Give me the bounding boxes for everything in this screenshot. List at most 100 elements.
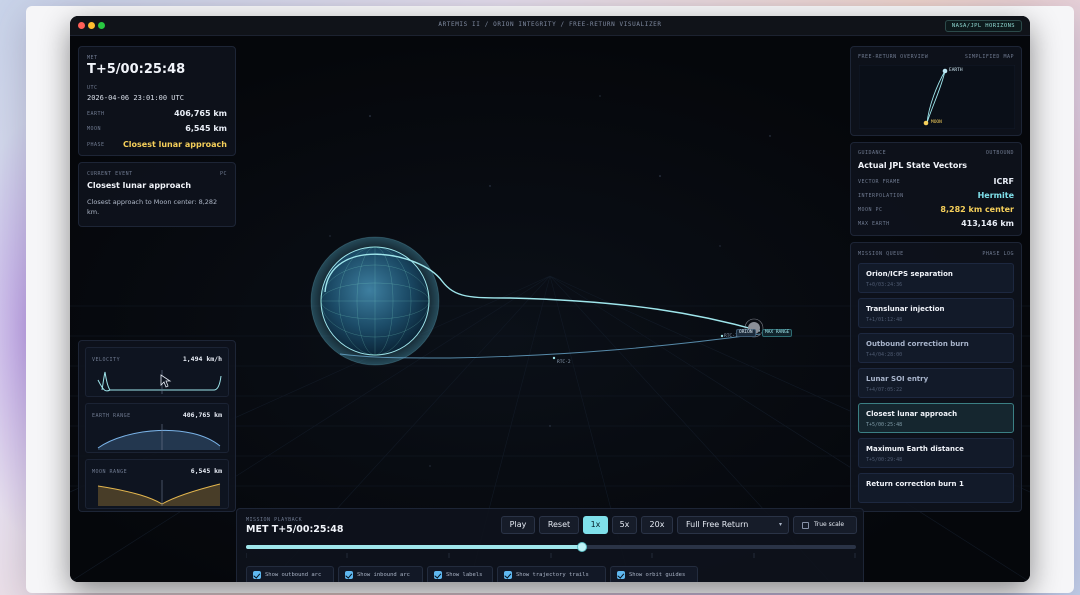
show-orbit-guides-checkbox[interactable]: Show orbit guides xyxy=(610,566,698,582)
playback-met: MET T+5/00:25:48 xyxy=(246,524,344,535)
mission-mode-value: Full Free Return xyxy=(686,520,749,529)
true-scale-label: True scale xyxy=(814,521,845,528)
earth-range-chart-value: 406,765 km xyxy=(182,411,222,419)
earth-range-chart[interactable]: EARTH RANGE 406,765 km xyxy=(85,403,229,453)
mission-queue-panel: MISSION QUEUE PHASE LOG Orion/ICPS separ… xyxy=(850,242,1022,512)
timeline-slider[interactable] xyxy=(246,542,856,552)
queue-item-time: T+5/00:29:48 xyxy=(866,457,903,463)
orion-label: ORION xyxy=(736,329,756,337)
utc-label: UTC xyxy=(87,85,98,91)
queue-item-title: Maximum Earth distance xyxy=(866,445,964,453)
true-scale-toggle[interactable]: True scale xyxy=(793,516,857,534)
mission-queue-tag: PHASE LOG xyxy=(982,251,1014,257)
guidance-panel: GUIDANCE OUTBOUND Actual JPL State Vecto… xyxy=(850,142,1022,236)
speed-5x-button[interactable]: 5x xyxy=(612,516,637,534)
earth-distance-row: EARTH 406,765 km xyxy=(87,109,227,119)
show-inbound-arc-label: Show inbound arc xyxy=(357,572,410,578)
show-trajectory-trails-checkbox[interactable]: Show trajectory trails xyxy=(497,566,606,582)
current-event-title: Closest lunar approach xyxy=(87,181,192,190)
earth-distance-label: EARTH xyxy=(87,111,105,117)
mission-queue-label: MISSION QUEUE xyxy=(858,251,904,257)
queue-item-time: T+5/00:25:48 xyxy=(866,422,903,428)
phase-value: Closest lunar approach xyxy=(122,140,227,149)
checkbox-checked-icon xyxy=(253,571,261,579)
guidance-label: GUIDANCE xyxy=(858,150,887,156)
speed-20x-button[interactable]: 20x xyxy=(641,516,673,534)
moon-range-chart-value: 6,545 km xyxy=(190,467,222,475)
max-earth-row: MAX EARTH 413,146 km xyxy=(858,219,1014,229)
free-return-overview-panel: FREE-RETURN OVERVIEW SIMPLIFIED MAP EART… xyxy=(850,46,1022,136)
moon-pc-value: 8,282 km center xyxy=(940,205,1014,214)
mission-playback-panel: MISSION PLAYBACK MET T+5/00:25:48 Play R… xyxy=(236,508,864,582)
phase-row: PHASE Closest lunar approach xyxy=(87,140,227,150)
queue-item-active[interactable]: Closest lunar approach T+5/00:25:48 xyxy=(858,403,1014,433)
timeline-ticks xyxy=(246,553,856,558)
vector-frame-row: VECTOR FRAME ICRF xyxy=(858,177,1014,187)
moon-range-chart[interactable]: MOON RANGE 6,545 km xyxy=(85,459,229,509)
timeline-progress xyxy=(246,545,582,549)
max-earth-value: 413,146 km xyxy=(961,219,1014,228)
interpolation-value: Hermite xyxy=(977,191,1014,200)
interpolation-row: INTERPOLATION Hermite xyxy=(858,191,1014,201)
queue-item[interactable]: Outbound correction burn T+4/04:28:00 xyxy=(858,333,1014,363)
velocity-chart-label: VELOCITY xyxy=(92,357,121,363)
met-value: T+5/00:25:48 xyxy=(87,62,186,77)
moon-range-sparkline xyxy=(97,480,221,506)
play-button[interactable]: Play xyxy=(501,516,535,534)
met-label: MET xyxy=(87,55,98,61)
queue-item[interactable]: Return correction burn 1 xyxy=(858,473,1014,503)
reset-button[interactable]: Reset xyxy=(539,516,579,534)
checkbox-checked-icon xyxy=(434,571,442,579)
moon-pc-label: MOON PC xyxy=(858,207,883,213)
show-trajectory-trails-label: Show trajectory trails xyxy=(516,572,589,578)
checkbox-checked-icon xyxy=(617,571,625,579)
checkbox-checked-icon xyxy=(504,571,512,579)
rtc2-label: RTC-2 xyxy=(557,360,571,365)
earth-range-sparkline xyxy=(97,424,221,450)
show-labels-checkbox[interactable]: Show labels xyxy=(427,566,493,582)
show-outbound-arc-label: Show outbound arc xyxy=(265,572,322,578)
earth-globe[interactable] xyxy=(310,236,440,366)
playback-label: MISSION PLAYBACK xyxy=(246,517,303,523)
guidance-tag: OUTBOUND xyxy=(985,150,1014,156)
timeline-handle[interactable] xyxy=(576,542,587,552)
queue-item[interactable]: Maximum Earth distance T+5/00:29:48 xyxy=(858,438,1014,468)
overview-tag: SIMPLIFIED MAP xyxy=(964,54,1014,60)
show-orbit-guides-label: Show orbit guides xyxy=(629,572,686,578)
true-scale-checkbox[interactable] xyxy=(802,522,809,529)
current-event-tag: PC xyxy=(219,171,227,177)
phase-label: PHASE xyxy=(87,142,105,148)
velocity-chart[interactable]: VELOCITY 1,494 km/h xyxy=(85,347,229,397)
telemetry-panel: MET T+5/00:25:48 UTC 2026-04-06 23:01:00… xyxy=(78,46,236,156)
chevron-down-icon: ▾ xyxy=(778,521,782,528)
vector-frame-label: VECTOR FRAME xyxy=(858,179,901,185)
mission-mode-select[interactable]: Full Free Return ▾ xyxy=(677,516,789,534)
max-earth-label: MAX EARTH xyxy=(858,221,890,227)
rtc2-marker xyxy=(552,356,556,360)
moon-range-chart-label: MOON RANGE xyxy=(92,469,128,475)
velocity-chart-value: 1,494 km/h xyxy=(182,355,222,363)
queue-item-title: Orion/ICPS separation xyxy=(866,270,953,278)
rtc1-marker xyxy=(720,334,724,338)
queue-item-title: Return correction burn 1 xyxy=(866,480,964,488)
vector-frame-value: ICRF xyxy=(993,177,1014,186)
mouse-cursor-icon xyxy=(160,374,172,388)
speed-1x-button[interactable]: 1x xyxy=(583,516,608,534)
interpolation-label: INTERPOLATION xyxy=(858,193,904,199)
visualizer-stage[interactable]: RTC-1 RTC-2 ORION MAX RANGE MET T+5/00:2… xyxy=(70,36,1030,582)
earth-distance-value: 406,765 km xyxy=(174,109,227,118)
moon-pc-row: MOON PC 8,282 km center xyxy=(858,205,1014,215)
queue-item[interactable]: Orion/ICPS separation T+0/03:24:36 xyxy=(858,263,1014,293)
current-event-description: Closest approach to Moon center: 8,282 k… xyxy=(87,198,218,216)
moon-distance-label: MOON xyxy=(87,126,102,132)
show-inbound-arc-checkbox[interactable]: Show inbound arc xyxy=(338,566,423,582)
queue-item-title: Closest lunar approach xyxy=(866,410,958,418)
queue-item[interactable]: Lunar SOI entry T+4/07:05:22 xyxy=(858,368,1014,398)
queue-item-title: Translunar injection xyxy=(866,305,945,313)
queue-item-time: T+1/01:12:48 xyxy=(866,317,903,323)
queue-item[interactable]: Translunar injection T+1/01:12:48 xyxy=(858,298,1014,328)
show-outbound-arc-checkbox[interactable]: Show outbound arc xyxy=(246,566,334,582)
checkbox-checked-icon xyxy=(345,571,353,579)
overview-earth-label: EARTH xyxy=(949,68,963,73)
overview-moon-label: MOON xyxy=(931,120,942,125)
